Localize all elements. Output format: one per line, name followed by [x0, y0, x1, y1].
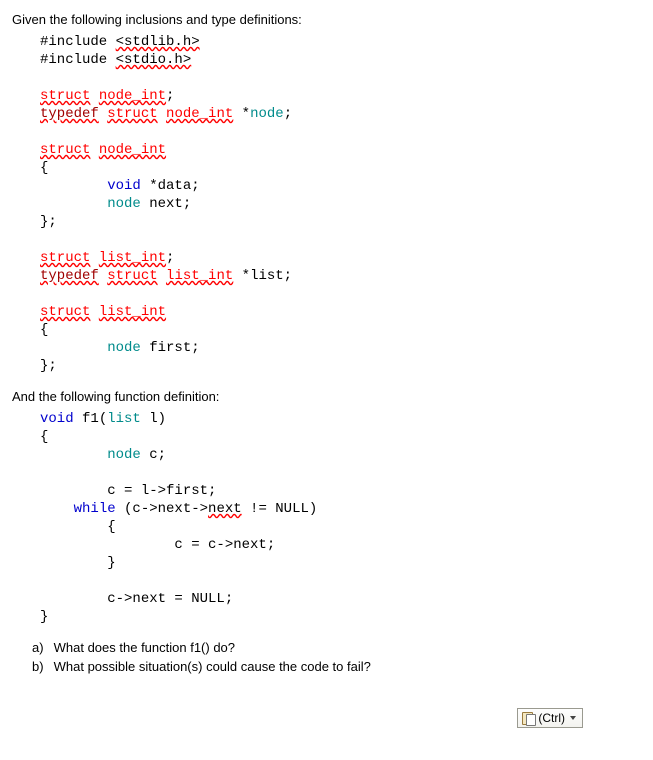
question-b-text: What possible situation(s) could cause t… [54, 659, 371, 674]
question-a: a) What does the function f1() do? [32, 640, 641, 655]
paste-options-button[interactable]: (Ctrl) [517, 708, 583, 728]
question-list: a) What does the function f1() do? b) Wh… [32, 640, 641, 674]
paste-icon [522, 711, 535, 725]
code-block-1: #include <stdlib.h>#include <stdio.h> st… [40, 33, 641, 375]
paste-options-label: (Ctrl) [538, 711, 565, 725]
question-b-letter: b) [32, 659, 50, 674]
intro-text-2: And the following function definition: [12, 389, 641, 404]
intro-text-1: Given the following inclusions and type … [12, 12, 641, 27]
chevron-down-icon [570, 716, 576, 720]
code-block-2: void f1(list l){ node c; c = l->first; w… [40, 410, 641, 626]
question-a-letter: a) [32, 640, 50, 655]
question-b: b) What possible situation(s) could caus… [32, 659, 641, 674]
question-a-text: What does the function f1() do? [54, 640, 235, 655]
